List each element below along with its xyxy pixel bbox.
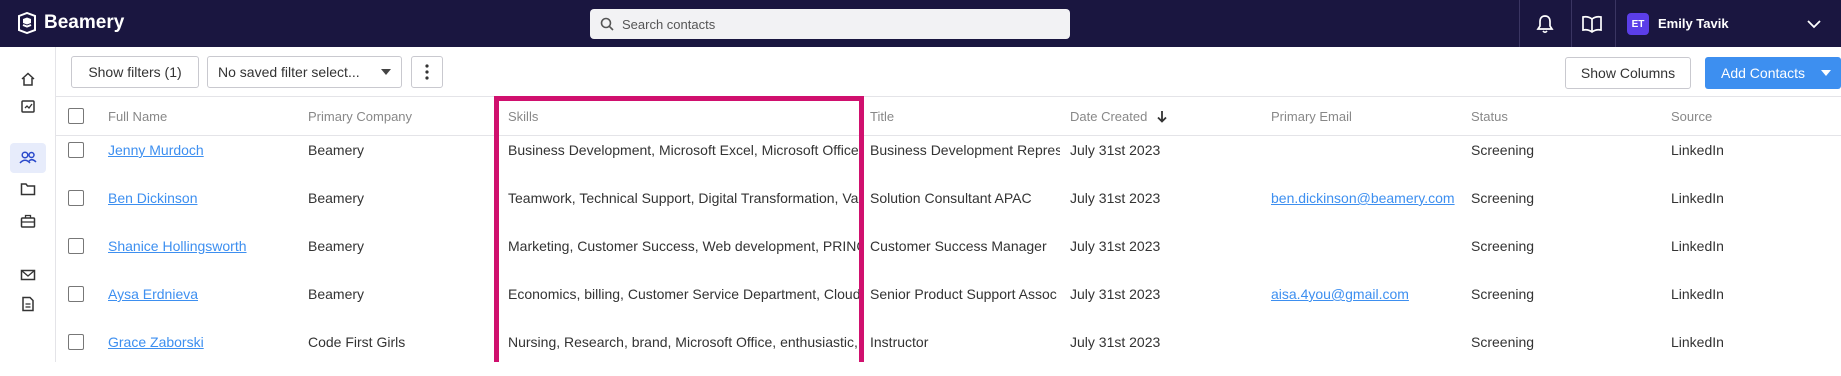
beamery-logo[interactable]: Beamery	[16, 12, 124, 34]
date-created-label: Date Created	[1070, 109, 1148, 124]
skills-cell: Business Development, Microsoft Excel, M…	[508, 142, 859, 158]
table-row[interactable]: Aysa Erdnieva Beamery Economics, billing…	[56, 280, 1841, 328]
search-contacts-bar[interactable]	[590, 9, 1070, 39]
status-cell: Screening	[1471, 238, 1535, 254]
status-cell: Screening	[1471, 190, 1535, 206]
user-name[interactable]: Emily Tavik	[1658, 16, 1729, 31]
saved-filter-select[interactable]: No saved filter select...	[207, 56, 402, 88]
divider	[1519, 0, 1520, 47]
skills-cell: Nursing, Research, brand, Microsoft Offi…	[508, 334, 858, 350]
more-options-button[interactable]	[411, 56, 443, 88]
row-checkbox[interactable]	[68, 142, 84, 158]
title-cell: Business Development Repres	[870, 142, 1060, 158]
divider	[1615, 0, 1616, 47]
user-avatar[interactable]: ET	[1627, 13, 1649, 35]
table-header: Full Name Primary Company Skills Title D…	[56, 97, 1841, 136]
date-cell: July 31st 2023	[1070, 286, 1161, 302]
add-contacts-button[interactable]: Add Contacts	[1705, 57, 1841, 89]
activity-icon[interactable]	[16, 95, 40, 119]
search-input[interactable]	[622, 16, 1042, 32]
folder-icon[interactable]	[16, 177, 40, 201]
contact-name-link[interactable]: Aysa Erdnieva	[108, 286, 298, 302]
top-navigation-bar: Beamery ET Emily Tavik	[0, 0, 1841, 47]
status-cell: Screening	[1471, 286, 1535, 302]
company-cell: Beamery	[308, 190, 365, 206]
row-checkbox[interactable]	[68, 286, 84, 302]
company-cell: Beamery	[308, 238, 365, 254]
add-contacts-label: Add Contacts	[1721, 65, 1806, 81]
title-cell: Solution Consultant APAC	[870, 190, 1032, 206]
contact-name-link[interactable]: Shanice Hollingsworth	[108, 238, 298, 254]
search-icon	[600, 17, 614, 31]
left-sidebar	[0, 47, 56, 362]
select-all-checkbox[interactable]	[68, 108, 84, 124]
row-checkbox[interactable]	[68, 238, 84, 254]
skills-cell: Teamwork, Technical Support, Digital Tra…	[508, 190, 859, 206]
help-book-icon[interactable]	[1580, 12, 1604, 36]
email-link[interactable]: ben.dickinson@beamery.com	[1271, 190, 1461, 206]
column-header-primary-company[interactable]: Primary Company	[308, 109, 412, 124]
beamery-logo-icon	[18, 12, 36, 34]
briefcase-icon[interactable]	[16, 209, 40, 233]
document-icon[interactable]	[16, 292, 40, 316]
caret-down-icon	[381, 69, 391, 75]
source-cell: LinkedIn	[1671, 238, 1724, 254]
column-header-date-created[interactable]: Date Created	[1070, 109, 1167, 124]
contact-name-link[interactable]: Jenny Murdoch	[108, 142, 298, 158]
source-cell: LinkedIn	[1671, 286, 1724, 302]
caret-down-icon[interactable]	[1821, 70, 1831, 76]
chevron-down-icon[interactable]	[1806, 16, 1822, 34]
sort-arrow-down-icon	[1157, 111, 1167, 123]
mail-icon[interactable]	[16, 263, 40, 287]
title-cell: Instructor	[870, 334, 929, 350]
contacts-icon[interactable]	[10, 143, 46, 173]
date-cell: July 31st 2023	[1070, 190, 1161, 206]
skills-cell: Economics, billing, Customer Service Dep…	[508, 286, 860, 302]
contact-name-link[interactable]: Grace Zaborski	[108, 334, 298, 350]
date-cell: July 31st 2023	[1070, 238, 1161, 254]
column-header-status[interactable]: Status	[1471, 109, 1508, 124]
vertical-dots-icon	[425, 64, 429, 80]
show-columns-button[interactable]: Show Columns	[1565, 57, 1691, 89]
row-checkbox[interactable]	[68, 334, 84, 350]
column-header-source[interactable]: Source	[1671, 109, 1712, 124]
company-cell: Code First Girls	[308, 334, 406, 350]
title-cell: Customer Success Manager	[870, 238, 1047, 254]
source-cell: LinkedIn	[1671, 190, 1724, 206]
divider	[1571, 0, 1572, 47]
source-cell: LinkedIn	[1671, 334, 1724, 350]
column-header-title[interactable]: Title	[870, 109, 894, 124]
column-header-full-name[interactable]: Full Name	[108, 109, 167, 124]
column-header-primary-email[interactable]: Primary Email	[1271, 109, 1352, 124]
saved-filter-value: No saved filter select...	[218, 64, 360, 80]
date-cell: July 31st 2023	[1070, 334, 1161, 350]
title-cell: Senior Product Support Assoc	[870, 286, 1057, 302]
show-filters-button[interactable]: Show filters (1)	[71, 56, 199, 88]
skills-cell: Marketing, Customer Success, Web develop…	[508, 238, 860, 254]
status-cell: Screening	[1471, 334, 1535, 350]
date-cell: July 31st 2023	[1070, 142, 1161, 158]
table-row[interactable]: Jenny Murdoch Beamery Business Developme…	[56, 136, 1841, 184]
table-row[interactable]: Shanice Hollingsworth Beamery Marketing,…	[56, 232, 1841, 280]
home-icon[interactable]	[16, 67, 40, 91]
source-cell: LinkedIn	[1671, 142, 1724, 158]
app-name: Beamery	[44, 12, 125, 33]
company-cell: Beamery	[308, 286, 365, 302]
contact-name-link[interactable]: Ben Dickinson	[108, 190, 298, 206]
table-row[interactable]: Ben Dickinson Beamery Teamwork, Technica…	[56, 184, 1841, 232]
toolbar: Show filters (1) No saved filter select.…	[56, 47, 1841, 97]
status-cell: Screening	[1471, 142, 1535, 158]
table-row[interactable]: Grace Zaborski Code First Girls Nursing,…	[56, 328, 1841, 376]
email-link[interactable]: aisa.4you@gmail.com	[1271, 286, 1461, 302]
column-header-skills[interactable]: Skills	[508, 109, 538, 124]
row-checkbox[interactable]	[68, 190, 84, 206]
notifications-bell-icon[interactable]	[1533, 12, 1557, 36]
company-cell: Beamery	[308, 142, 365, 158]
